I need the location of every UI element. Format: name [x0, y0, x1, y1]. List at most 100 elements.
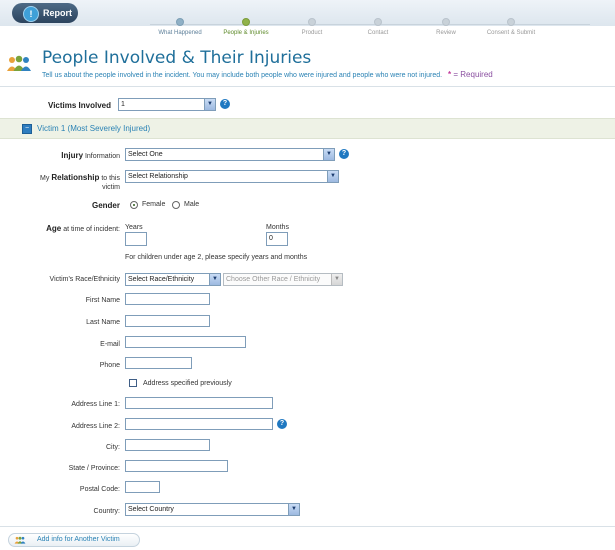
step-label: Product: [301, 30, 323, 36]
report-tab[interactable]: ! Report: [12, 3, 78, 23]
divider: [0, 86, 615, 87]
step-consent-submit[interactable]: Consent & Submit: [476, 18, 546, 36]
address-prev-label: Address specified previously: [143, 380, 232, 387]
address-line2-label: Address Line 2:: [71, 423, 120, 430]
step-product[interactable]: Product: [277, 18, 347, 36]
phone-input[interactable]: [125, 357, 192, 369]
email-input[interactable]: [125, 336, 246, 348]
add-another-victim-button[interactable]: Add info for Another Victim: [8, 533, 140, 547]
relationship-label: My Relationship to this victim: [40, 173, 120, 192]
help-icon[interactable]: ?: [277, 419, 287, 429]
step-label: What Happened: [158, 30, 202, 36]
relationship-label-bold: Relationship: [51, 173, 100, 182]
step-dot: [442, 18, 450, 26]
age-note: For children under age 2, please specify…: [125, 254, 308, 261]
step-label: Review: [436, 30, 456, 36]
page-subtitle: Tell us about the people involved in the…: [42, 70, 493, 79]
victims-involved-text: Victims Involved: [48, 101, 111, 110]
age-years-input[interactable]: [125, 232, 147, 246]
age-label: Age at time of incident:: [46, 224, 120, 233]
step-dot: [507, 18, 515, 26]
country-value: Select Country: [128, 506, 174, 513]
people-icon: [14, 536, 26, 544]
last-name-label: Last Name: [86, 319, 120, 326]
other-race-value: Choose Other Race / Ethnicity: [226, 276, 321, 283]
address-line2-input[interactable]: [125, 418, 273, 430]
address-prev-checkbox[interactable]: [129, 379, 137, 387]
chevron-down-icon: ▼: [331, 274, 342, 285]
step-people-injuries[interactable]: People & Injuries: [211, 18, 281, 36]
race-label: Victim's Race/Ethnicity: [49, 276, 120, 283]
step-label: Consent & Submit: [486, 30, 536, 36]
victims-involved-label: Victims Involved: [48, 101, 111, 110]
chevron-down-icon: ▼: [209, 274, 220, 285]
race-select[interactable]: Select Race/Ethnicity ▼: [125, 273, 221, 286]
relationship-value: Select Relationship: [128, 173, 188, 180]
add-another-victim-label: Add info for Another Victim: [37, 536, 120, 543]
victims-involved-select[interactable]: 1 ▼: [118, 98, 216, 111]
age-months-label: Months: [266, 224, 289, 231]
step-dot: [176, 18, 184, 26]
step-contact[interactable]: Contact: [343, 18, 413, 36]
chevron-down-icon: ▼: [323, 149, 334, 160]
step-dot: [242, 18, 250, 26]
first-name-input[interactable]: [125, 293, 210, 305]
postal-code-input[interactable]: [125, 481, 160, 493]
required-legend: * = Required: [448, 70, 493, 79]
injury-value: Select One: [128, 151, 163, 158]
gender-label-text: Gender: [91, 201, 120, 210]
gender-male-label: Male: [184, 201, 200, 208]
relationship-label-post: to this: [101, 175, 120, 182]
victim-section-title: Victim 1 (Most Severely Injured): [37, 124, 151, 133]
state-label: State / Province:: [68, 465, 120, 472]
age-years-label: Years: [125, 224, 143, 231]
chevron-down-icon: ▼: [327, 171, 338, 182]
step-label: People & Injuries: [223, 30, 269, 36]
step-label: Contact: [367, 30, 389, 36]
age-label-rest: at time of incident:: [63, 226, 120, 233]
injury-label: Injury Information: [61, 151, 120, 160]
help-icon[interactable]: ?: [339, 149, 349, 159]
gender-female-label: Female: [142, 201, 166, 208]
subtitle-text: Tell us about the people involved in the…: [42, 72, 443, 79]
required-mark: *: [448, 70, 452, 79]
phone-label: Phone: [99, 362, 120, 369]
relationship-label-pre: My: [40, 175, 50, 182]
city-label: City:: [106, 444, 120, 451]
chevron-down-icon: ▼: [204, 99, 215, 110]
people-icon: [7, 55, 31, 71]
victim-section-header[interactable]: − Victim 1 (Most Severely Injured): [0, 118, 615, 139]
help-icon[interactable]: ?: [220, 99, 230, 109]
address-line1-input[interactable]: [125, 397, 273, 409]
victims-involved-value: 1: [121, 101, 125, 108]
report-icon: !: [23, 6, 39, 22]
country-select[interactable]: Select Country ▼: [125, 503, 300, 516]
divider: [0, 526, 615, 527]
age-months-input[interactable]: 0: [266, 232, 288, 246]
step-dot: [374, 18, 382, 26]
gender-female-radio[interactable]: [130, 201, 138, 209]
injury-label-rest: Information: [84, 153, 120, 160]
last-name-input[interactable]: [125, 315, 210, 327]
city-input[interactable]: [125, 439, 210, 451]
injury-label-bold: Injury: [61, 151, 84, 160]
gender-label: Gender: [92, 201, 120, 210]
report-tab-label: Report: [43, 8, 72, 18]
step-what-happened[interactable]: What Happened: [145, 18, 215, 36]
collapse-icon[interactable]: −: [22, 124, 32, 134]
race-value: Select Race/Ethnicity: [128, 276, 195, 283]
age-label-bold: Age: [46, 224, 62, 233]
step-review[interactable]: Review: [411, 18, 481, 36]
page-title: People Involved & Their Injuries: [42, 48, 312, 68]
gender-male-radio[interactable]: [172, 201, 180, 209]
country-label: Country:: [93, 508, 120, 515]
required-text: = Required: [453, 70, 493, 79]
relationship-label-line2: victim: [102, 184, 120, 191]
postal-code-label: Postal Code:: [79, 486, 120, 493]
address-line1-label: Address Line 1:: [71, 401, 120, 408]
injury-select[interactable]: Select One ▼: [125, 148, 335, 161]
state-input[interactable]: [125, 460, 228, 472]
first-name-label: First Name: [85, 297, 120, 304]
step-dot: [308, 18, 316, 26]
relationship-select[interactable]: Select Relationship ▼: [125, 170, 339, 183]
